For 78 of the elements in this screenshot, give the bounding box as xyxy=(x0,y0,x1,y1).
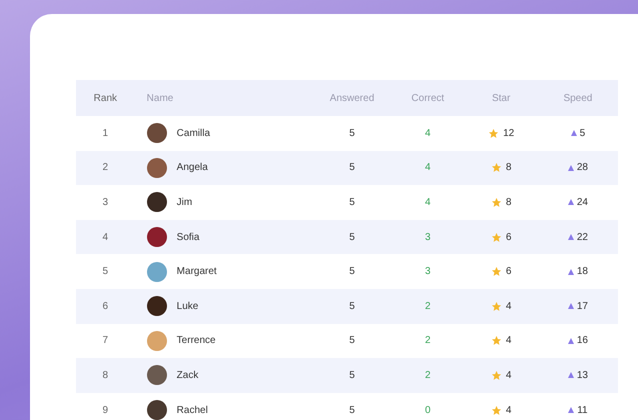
column-header: Rank xyxy=(92,92,118,104)
up-arrow-icon xyxy=(568,234,574,240)
correct-cell-text: 4 xyxy=(424,162,432,174)
speed-value: 24 xyxy=(576,196,588,208)
star-icon xyxy=(490,300,502,312)
column-header: Answered xyxy=(328,92,376,104)
correct-cell-text: 3 xyxy=(424,232,432,243)
star-icon xyxy=(490,196,502,208)
speed-value: 22 xyxy=(576,232,588,243)
star-count: 6 xyxy=(506,232,512,243)
star-icon xyxy=(488,128,500,139)
star-count: 4 xyxy=(506,404,512,416)
name-cell: Camilla xyxy=(176,128,210,139)
rank-cell-text: 5 xyxy=(102,266,110,278)
star-count: 4 xyxy=(506,300,512,312)
rank-cell-text: 8 xyxy=(102,370,110,381)
name-cell: Terrence xyxy=(176,335,216,346)
up-arrow-icon xyxy=(568,407,574,414)
rank-cell-text: 1 xyxy=(102,128,110,139)
up-arrow-icon xyxy=(568,372,574,378)
star-count: 6 xyxy=(506,266,512,278)
name-cell: Zack xyxy=(176,370,198,381)
speed-value: 16 xyxy=(576,335,588,346)
up-arrow-icon xyxy=(568,303,574,310)
star-count: 4 xyxy=(506,335,512,346)
up-arrow-icon xyxy=(568,268,574,275)
star-icon xyxy=(490,404,502,416)
correct-cell-text: 4 xyxy=(424,128,432,139)
rank-cell-text: 4 xyxy=(102,232,110,243)
star-icon xyxy=(490,162,502,174)
answered-cell-text: 5 xyxy=(348,196,356,208)
speed-value: 17 xyxy=(576,300,588,312)
star-icon xyxy=(490,335,502,346)
answered-cell-text: 5 xyxy=(348,162,356,174)
answered-cell-text: 5 xyxy=(348,404,356,416)
speed-value: 11 xyxy=(577,404,588,416)
correct-cell-text: 2 xyxy=(424,370,432,381)
correct-cell-text: 4 xyxy=(424,196,432,208)
name-cell: Sofia xyxy=(176,232,200,243)
up-arrow-icon xyxy=(568,164,574,171)
answered-cell-text: 5 xyxy=(348,232,356,243)
speed-value: 5 xyxy=(580,128,586,139)
answered-cell-text: 5 xyxy=(348,370,356,381)
star-count: 4 xyxy=(506,370,512,381)
correct-cell-text: 2 xyxy=(424,335,432,346)
up-arrow-icon xyxy=(570,130,577,136)
answered-cell-text: 5 xyxy=(348,128,356,139)
speed-value: 28 xyxy=(576,162,588,174)
rank-cell-text: 3 xyxy=(102,196,110,208)
answered-cell-text: 5 xyxy=(348,266,356,278)
column-header: Name xyxy=(146,92,174,104)
name-cell: Rachel xyxy=(176,404,208,416)
correct-cell-text: 3 xyxy=(424,266,432,278)
answered-cell-text: 5 xyxy=(348,300,356,312)
name-cell: Jim xyxy=(176,196,192,208)
speed-value: 18 xyxy=(576,266,588,278)
speed-value: 13 xyxy=(576,370,588,381)
name-cell: Margaret xyxy=(176,266,217,278)
column-header: Star xyxy=(490,92,512,104)
name-cell: Angela xyxy=(176,162,208,174)
rank-cell-text: 9 xyxy=(102,404,110,416)
star-icon xyxy=(490,266,502,278)
name-cell: Luke xyxy=(176,300,198,312)
up-arrow-icon xyxy=(568,338,574,344)
up-arrow-icon xyxy=(568,199,574,206)
correct-cell-text: 2 xyxy=(424,300,432,312)
star-count: 8 xyxy=(506,196,512,208)
star-count: 12 xyxy=(503,128,514,139)
correct-cell-text: 0 xyxy=(424,404,432,416)
answered-cell-text: 5 xyxy=(348,335,356,346)
column-header: Correct xyxy=(410,92,446,104)
star-icon xyxy=(490,232,502,243)
rank-cell-text: 6 xyxy=(102,300,110,312)
rank-cell-text: 7 xyxy=(102,335,110,346)
star-icon xyxy=(490,370,502,381)
rank-cell-text: 2 xyxy=(102,162,110,174)
star-count: 8 xyxy=(506,162,512,174)
column-header: Speed xyxy=(562,92,594,104)
